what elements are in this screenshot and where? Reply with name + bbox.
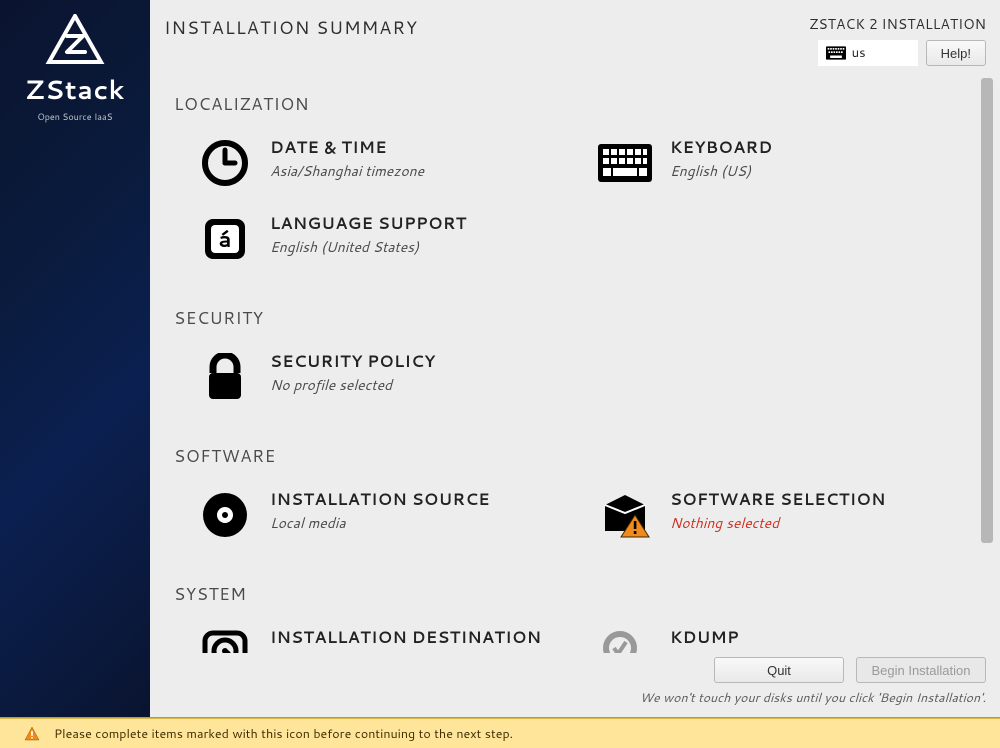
spoke-language-status: English (United States): [270, 237, 467, 257]
spoke-keyboard-status: English (US): [670, 161, 773, 181]
sidebar: ZStack Open Source IaaS: [0, 0, 150, 717]
begin-installation-button[interactable]: Begin Installation: [856, 657, 986, 683]
spoke-source-title: INSTALLATION SOURCE: [270, 488, 490, 511]
warning-bar[interactable]: Please complete items marked with this i…: [0, 718, 1000, 748]
section-security: SECURITY: [174, 306, 968, 330]
spoke-kdump-title: KDUMP: [670, 626, 783, 649]
warning-icon: [24, 726, 40, 742]
installer-subtitle: ZSTACK 2 INSTALLATION: [809, 14, 986, 34]
warning-text: Please complete items marked with this i…: [54, 725, 513, 743]
main-panel: INSTALLATION SUMMARY ZSTACK 2 INSTALLATI…: [150, 0, 1000, 717]
spoke-datetime-title: DATE & TIME: [270, 136, 424, 159]
spoke-datetime[interactable]: DATE & TIME Asia/Shanghai timezone: [174, 130, 554, 206]
brand-name: ZStack: [25, 72, 125, 108]
section-localization: LOCALIZATION: [174, 92, 968, 116]
keyboard-layout-code: us: [852, 44, 866, 62]
clock-icon: [200, 138, 250, 188]
spoke-keyboard-title: KEYBOARD: [670, 136, 773, 159]
footer-buttons: Quit Begin Installation: [150, 653, 1000, 685]
hub-content: LOCALIZATION DATE & TIME Asia/Sh: [150, 70, 978, 653]
svg-text:á: á: [218, 224, 231, 255]
brand-logo: ZStack Open Source IaaS: [25, 14, 125, 123]
spoke-kdump[interactable]: KDUMP Kdump is enabled: [574, 620, 968, 653]
keyboard-icon: [826, 46, 846, 60]
spoke-selection-title: SOFTWARE SELECTION: [670, 488, 886, 511]
spoke-security-status: No profile selected: [270, 375, 435, 395]
package-warning-icon: [599, 491, 651, 539]
section-software: SOFTWARE: [174, 444, 968, 468]
section-system: SYSTEM: [174, 582, 968, 606]
spoke-keyboard[interactable]: KEYBOARD English (US): [574, 130, 968, 206]
spoke-install-destination[interactable]: INSTALLATION DESTINATION Custom partitio…: [174, 620, 554, 653]
spoke-install-source[interactable]: INSTALLATION SOURCE Local media: [174, 482, 554, 558]
spoke-selection-status: Nothing selected: [670, 513, 886, 533]
spoke-destination-title: INSTALLATION DESTINATION: [270, 626, 541, 649]
scrollbar-thumb[interactable]: [981, 78, 993, 543]
spoke-security-policy[interactable]: SECURITY POLICY No profile selected: [174, 344, 554, 420]
scrollbar[interactable]: [978, 78, 996, 645]
harddrive-icon: [201, 629, 249, 653]
brand-tagline: Open Source IaaS: [25, 110, 125, 123]
spoke-kdump-status: Kdump is enabled: [670, 651, 783, 653]
keyboard-large-icon: [598, 144, 652, 182]
spoke-software-selection[interactable]: SOFTWARE SELECTION Nothing selected: [574, 482, 968, 558]
magnifier-icon: [600, 628, 650, 653]
spoke-source-status: Local media: [270, 513, 490, 533]
language-icon: á: [201, 215, 249, 263]
lock-icon: [205, 353, 245, 401]
disc-icon: [201, 491, 249, 539]
spoke-language-title: LANGUAGE SUPPORT: [270, 212, 467, 235]
header: INSTALLATION SUMMARY ZSTACK 2 INSTALLATI…: [150, 0, 1000, 70]
zstack-logo-icon: [45, 14, 105, 66]
spoke-language[interactable]: á LANGUAGE SUPPORT English (United State…: [174, 206, 554, 282]
quit-button[interactable]: Quit: [714, 657, 844, 683]
page-title: INSTALLATION SUMMARY: [164, 14, 418, 40]
spoke-security-title: SECURITY POLICY: [270, 350, 435, 373]
help-button[interactable]: Help!: [926, 40, 986, 66]
keyboard-layout-indicator[interactable]: us: [818, 40, 918, 66]
spoke-datetime-status: Asia/Shanghai timezone: [270, 161, 424, 181]
footer-note: We won't touch your disks until you clic…: [150, 685, 1000, 717]
spoke-destination-status: Custom partitioning selected: [270, 651, 541, 653]
